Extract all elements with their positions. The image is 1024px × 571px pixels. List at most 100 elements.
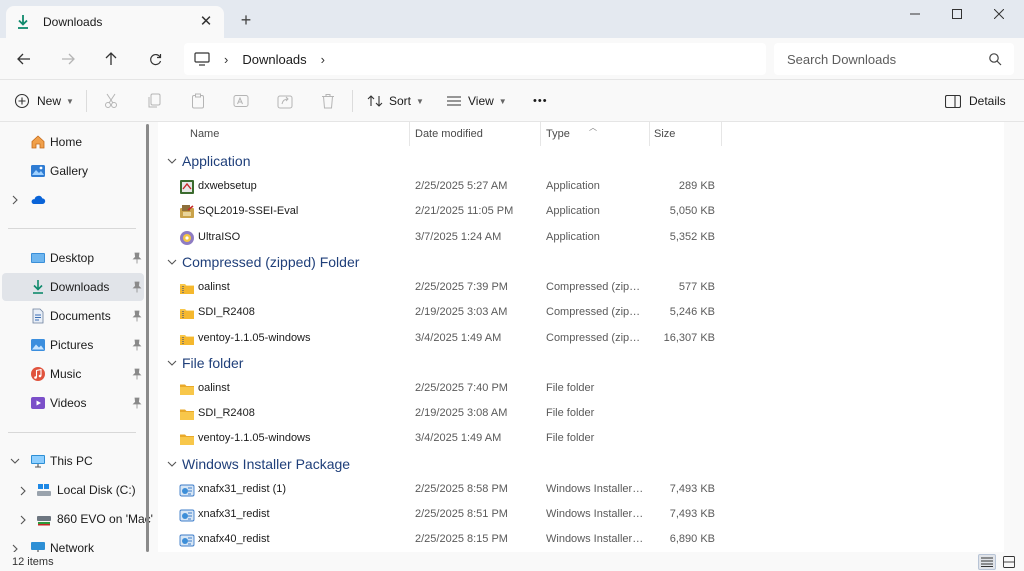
group-label: File folder [182,354,244,371]
cut-button[interactable] [100,91,122,111]
pin-icon[interactable] [132,339,142,351]
file-row[interactable]: SQL2019-SSEI-Eval 2/21/2025 11:05 PM Appli… [158,199,878,224]
copy-button[interactable] [143,91,165,111]
column-header-date[interactable]: Date modified [415,122,483,146]
paste-button[interactable] [187,91,209,111]
pin-icon[interactable] [132,368,142,380]
details-button[interactable]: Details [945,88,1006,114]
file-size: 16,307 KB [663,331,715,344]
share-button[interactable] [274,91,296,111]
file-row[interactable]: oalinst 2/25/2025 7:39 PM Compressed (zipp… [158,275,878,300]
group-header[interactable]: Windows Installer Package [166,453,350,475]
file-row[interactable]: ventoy-1.1.05-windows 3/4/2025 1:49 AM Com… [158,326,878,351]
breadcrumb-downloads[interactable]: Downloads [242,52,306,67]
pin-icon[interactable] [132,397,142,409]
command-divider [86,90,87,112]
details-view-button[interactable] [978,554,996,570]
file-row[interactable]: UltraISO 3/7/2025 1:24 AM Application 5,352… [158,225,878,250]
nav-scrollbar[interactable] [146,124,150,554]
download-icon [18,15,28,29]
file-date: 3/4/2025 1:49 AM [415,432,502,445]
pin-icon[interactable] [132,281,142,293]
minimize-button[interactable] [892,0,938,28]
nav-label-pictures: Pictures [50,338,94,352]
group-header[interactable]: File folder [166,352,243,374]
nav-item-music[interactable]: Music [2,360,144,388]
more-options-button[interactable]: ••• [533,88,548,114]
refresh-button[interactable] [141,46,169,72]
file-row[interactable]: oalinst 2/25/2025 7:40 PM File folder [158,376,878,401]
file-type: Windows Installer ... [546,533,644,546]
file-row[interactable]: SDI_R2408 2/19/2025 3:08 AM File folder [158,401,878,426]
column-divider[interactable] [540,122,541,146]
group-label: Compressed (zipped) Folder [182,253,360,270]
file-date: 2/25/2025 7:40 PM [415,381,508,394]
column-divider[interactable] [409,122,410,146]
rename-button[interactable] [230,91,252,111]
nav-item-860-evo[interactable]: 860 EVO on 'Mac' [2,505,153,533]
address-path[interactable]: › Downloads › [184,43,766,75]
back-button[interactable] [10,46,38,72]
msi-icon [179,534,195,547]
nav-label-desktop: Desktop [50,251,95,265]
file-type: Application [546,180,600,192]
up-button[interactable] [97,46,125,72]
nav-scrollbar-thumb[interactable] [146,124,149,552]
pin-icon[interactable] [132,310,142,322]
file-name: xnafx40_redist [198,533,270,546]
file-row[interactable]: xnafx31_redist 2/25/2025 8:51 PM Windows I… [158,502,878,527]
file-name: SQL2019-SSEI-Eval [198,205,299,218]
tab-downloads[interactable]: Downloads ✕ [6,6,224,38]
maximize-button[interactable] [934,0,980,28]
column-divider[interactable] [649,122,650,146]
file-size: 7,493 KB [669,508,715,520]
group-header[interactable]: Compressed (zipped) Folder [166,251,359,273]
item-count: 12 items [12,556,54,568]
msi-icon [179,484,195,497]
breadcrumb-separator-end[interactable]: › [321,52,325,67]
column-header-name[interactable]: Name [190,122,219,146]
tab-close-icon[interactable]: ✕ [198,13,214,30]
nav-item-local-disk[interactable]: Local Disk (C:) [2,476,144,504]
file-type: Application [546,230,600,243]
pin-icon[interactable] [132,252,142,264]
rename-icon [233,95,249,107]
file-row[interactable]: ventoy-1.1.05-windows 3/4/2025 1:49 AM Fil… [158,426,878,451]
new-tab-button[interactable]: + [236,10,256,30]
file-row[interactable]: xnafx40_redist 2/25/2025 8:15 PM Windows I… [158,527,878,552]
breadcrumb-separator[interactable]: › [224,52,228,67]
group-header[interactable]: Application [166,150,251,172]
view-button[interactable]: View ▼ [446,88,507,114]
column-header-size[interactable]: Size [654,122,675,146]
nav-item-desktop[interactable]: Desktop [2,244,144,272]
folder-icon [180,434,194,446]
sort-button[interactable]: Sort ▼ [367,88,424,114]
file-row[interactable]: dxwebsetup 2/25/2025 5:27 AM Application 28… [158,174,878,199]
file-row[interactable]: SDI_R2408 2/19/2025 3:03 AM Compressed (zi… [158,300,878,325]
address-bar-row: › Downloads › Search Downloads [0,38,1024,80]
new-button[interactable]: New ▼ [14,88,74,114]
tiles-view-button[interactable] [1000,554,1018,570]
file-date: 2/25/2025 8:58 PM [415,482,508,495]
column-header-type[interactable]: Type [546,122,570,146]
nav-label-860-evo: 860 EVO on 'Mac' [57,512,153,526]
column-divider[interactable] [721,122,722,146]
delete-button[interactable] [317,91,339,111]
file-name: ventoy-1.1.05-windows [198,432,311,445]
search-input[interactable]: Search Downloads [787,52,988,67]
zip-folder-icon [180,309,194,320]
nav-item-home[interactable]: Home [2,128,144,156]
search-box[interactable]: Search Downloads [774,43,1014,75]
close-window-button[interactable] [976,0,1022,28]
nav-item-downloads[interactable]: Downloads [2,273,144,301]
nav-item-gallery[interactable]: Gallery [2,157,144,185]
nav-item-onedrive[interactable] [2,186,144,214]
nav-item-documents[interactable]: Documents [2,302,144,330]
nav-item-videos[interactable]: Videos [2,389,144,417]
nav-item-this-pc[interactable]: This PC [2,447,144,475]
file-row[interactable]: xnafx31_redist (1) 2/25/2025 8:58 PM Windo… [158,477,878,502]
forward-button[interactable] [54,46,82,72]
nav-item-pictures[interactable]: Pictures [2,331,144,359]
nav-label-local-disk: Local Disk (C:) [57,483,136,497]
content-scrollbar[interactable] [1004,122,1024,552]
